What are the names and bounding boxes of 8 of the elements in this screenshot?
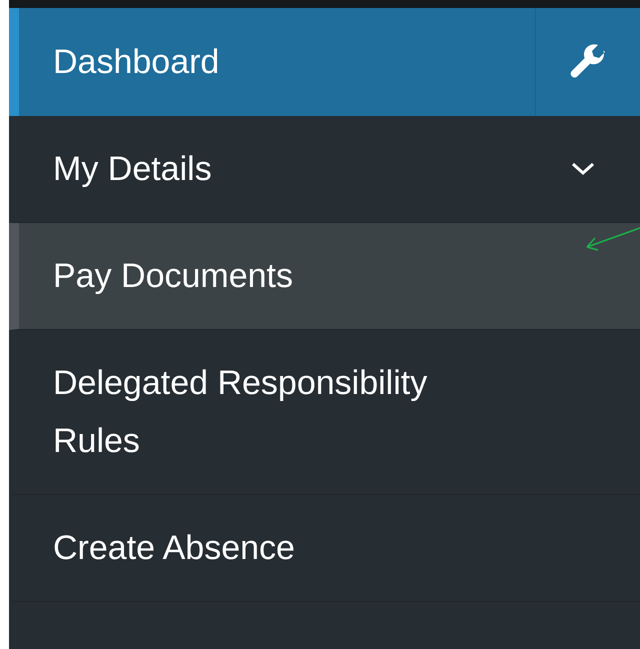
menu-item-label: Pay Documents xyxy=(53,257,293,295)
menu-item-label: Dashboard xyxy=(53,42,220,83)
menu-item-label: Delegated Responsibility Rules xyxy=(53,364,428,460)
menu-item[interactable]: Dashboard xyxy=(9,8,640,116)
menu-item-label: Create Absence xyxy=(53,529,295,567)
menu-item-label: My Details xyxy=(53,150,212,188)
chevron-down-icon xyxy=(570,161,596,177)
menu-item[interactable]: Pay Documents xyxy=(9,223,640,330)
